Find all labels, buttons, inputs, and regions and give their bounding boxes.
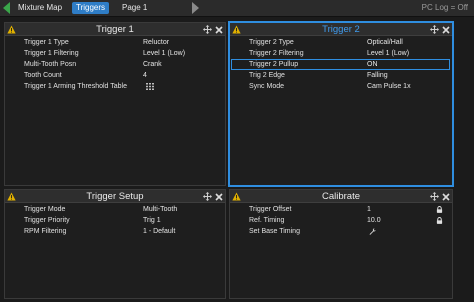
close-icon[interactable] [442,25,450,34]
setting-row[interactable]: Trigger 1 Filtering Level 1 (Low) [5,48,225,59]
setting-label: Trigger 1 Type [24,39,69,46]
setting-row[interactable]: Trig 2 Edge Falling [230,70,452,81]
setting-value[interactable]: Reluctor [143,37,169,48]
panel-title: Trigger Setup [86,191,144,202]
setting-row[interactable]: Trigger Mode Multi-Tooth [5,204,225,215]
top-tab-bar: Mixture Map Triggers Page 1 PC Log = Off [0,0,474,17]
move-icon[interactable] [430,25,439,34]
panel-header: Trigger Setup [5,190,225,203]
pc-log-status: PC Log = Off [421,3,468,12]
move-icon[interactable] [430,192,439,201]
setting-value[interactable]: 4 [143,70,147,81]
trigger-1-panel: Trigger 1 Trigger 1 Type Reluctor Trigger… [4,22,226,186]
setting-label: Trigger Mode [24,206,66,213]
setting-label: Sync Mode [249,83,285,90]
close-icon[interactable] [215,25,223,34]
setting-row[interactable]: Trigger Priority Trig 1 [5,215,225,226]
setting-label: Trigger 1 Filtering [24,50,79,57]
setting-value[interactable]: Level 1 (Low) [367,48,409,59]
setting-label: Trigger Priority [24,217,70,224]
setting-value[interactable]: Cam Pulse 1x [367,81,411,92]
setting-label: Multi-Tooth Posn [24,61,77,68]
trigger-2-panel[interactable]: Trigger 2 Trigger 2 Type Optical/Hall Tri… [228,21,454,187]
panel-title: Trigger 2 [322,24,360,35]
panel-header: Trigger 2 [230,23,452,36]
setting-label: Trigger Offset [249,206,292,213]
wrench-icon[interactable] [369,228,376,235]
setting-value[interactable]: ON [367,59,378,70]
move-icon[interactable] [203,192,212,201]
setting-value[interactable]: Optical/Hall [367,37,403,48]
setting-value[interactable]: 1 - Default [143,226,175,237]
setting-row[interactable]: Trigger 1 Type Reluctor [5,37,225,48]
tab-triggers[interactable]: Triggers [72,2,110,14]
setting-row[interactable]: Ref. Timing 10.0 [230,215,452,226]
setting-value[interactable]: Trig 1 [143,215,161,226]
setting-row-selected[interactable]: Trigger 2 Pullup ON [231,59,450,70]
move-icon[interactable] [203,25,212,34]
setting-row[interactable]: Trigger 2 Type Optical/Hall [230,37,452,48]
nav-right-arrow-icon[interactable] [190,1,200,15]
nav-left-arrow-icon[interactable] [2,1,12,15]
tab-page-1[interactable]: Page 1 [118,2,151,14]
setting-label: Trigger 2 Filtering [249,50,304,57]
setting-value[interactable]: Crank [143,59,162,70]
trigger-setup-panel: Trigger Setup Trigger Mode Multi-Tooth Tr… [4,189,226,299]
close-icon[interactable] [442,192,450,201]
setting-label: Tooth Count [24,72,62,79]
lock-icon[interactable] [436,206,443,213]
setting-row[interactable]: Trigger 1 Arming Threshold Table [5,81,225,92]
setting-label: Trig 2 Edge [249,72,285,79]
panel-header: Calibrate [230,190,452,203]
setting-value[interactable]: Falling [367,70,388,81]
setting-value[interactable]: 10.0 [367,215,381,226]
close-icon[interactable] [215,192,223,201]
panel-title: Calibrate [321,191,361,202]
setting-label: Trigger 2 Type [249,39,294,46]
setting-label: Set Base Timing [249,228,300,235]
calibrate-panel: Calibrate Trigger Offset 1 Ref. Timing 10.… [229,189,453,299]
setting-row[interactable]: Set Base Timing [230,226,452,237]
setting-row[interactable]: Multi-Tooth Posn Crank [5,59,225,70]
setting-row[interactable]: Trigger Offset 1 [230,204,452,215]
setting-label: Ref. Timing [249,217,285,224]
setting-row[interactable]: Sync Mode Cam Pulse 1x [230,81,452,92]
setting-value[interactable]: Multi-Tooth [143,204,177,215]
lock-icon[interactable] [436,217,443,224]
panel-title: Trigger 1 [96,24,134,35]
tab-mixture-map[interactable]: Mixture Map [14,2,66,14]
setting-row[interactable]: Tooth Count 4 [5,70,225,81]
setting-label: Trigger 2 Pullup [249,61,299,68]
setting-row[interactable]: Trigger 2 Filtering Level 1 (Low) [230,48,452,59]
setting-value[interactable]: Level 1 (Low) [143,48,185,59]
table-grid-icon[interactable] [146,83,154,90]
setting-label: RPM Filtering [24,228,67,235]
setting-row[interactable]: RPM Filtering 1 - Default [5,226,225,237]
panel-header: Trigger 1 [5,23,225,36]
setting-value[interactable]: 1 [367,204,371,215]
setting-label: Trigger 1 Arming Threshold Table [24,83,127,90]
